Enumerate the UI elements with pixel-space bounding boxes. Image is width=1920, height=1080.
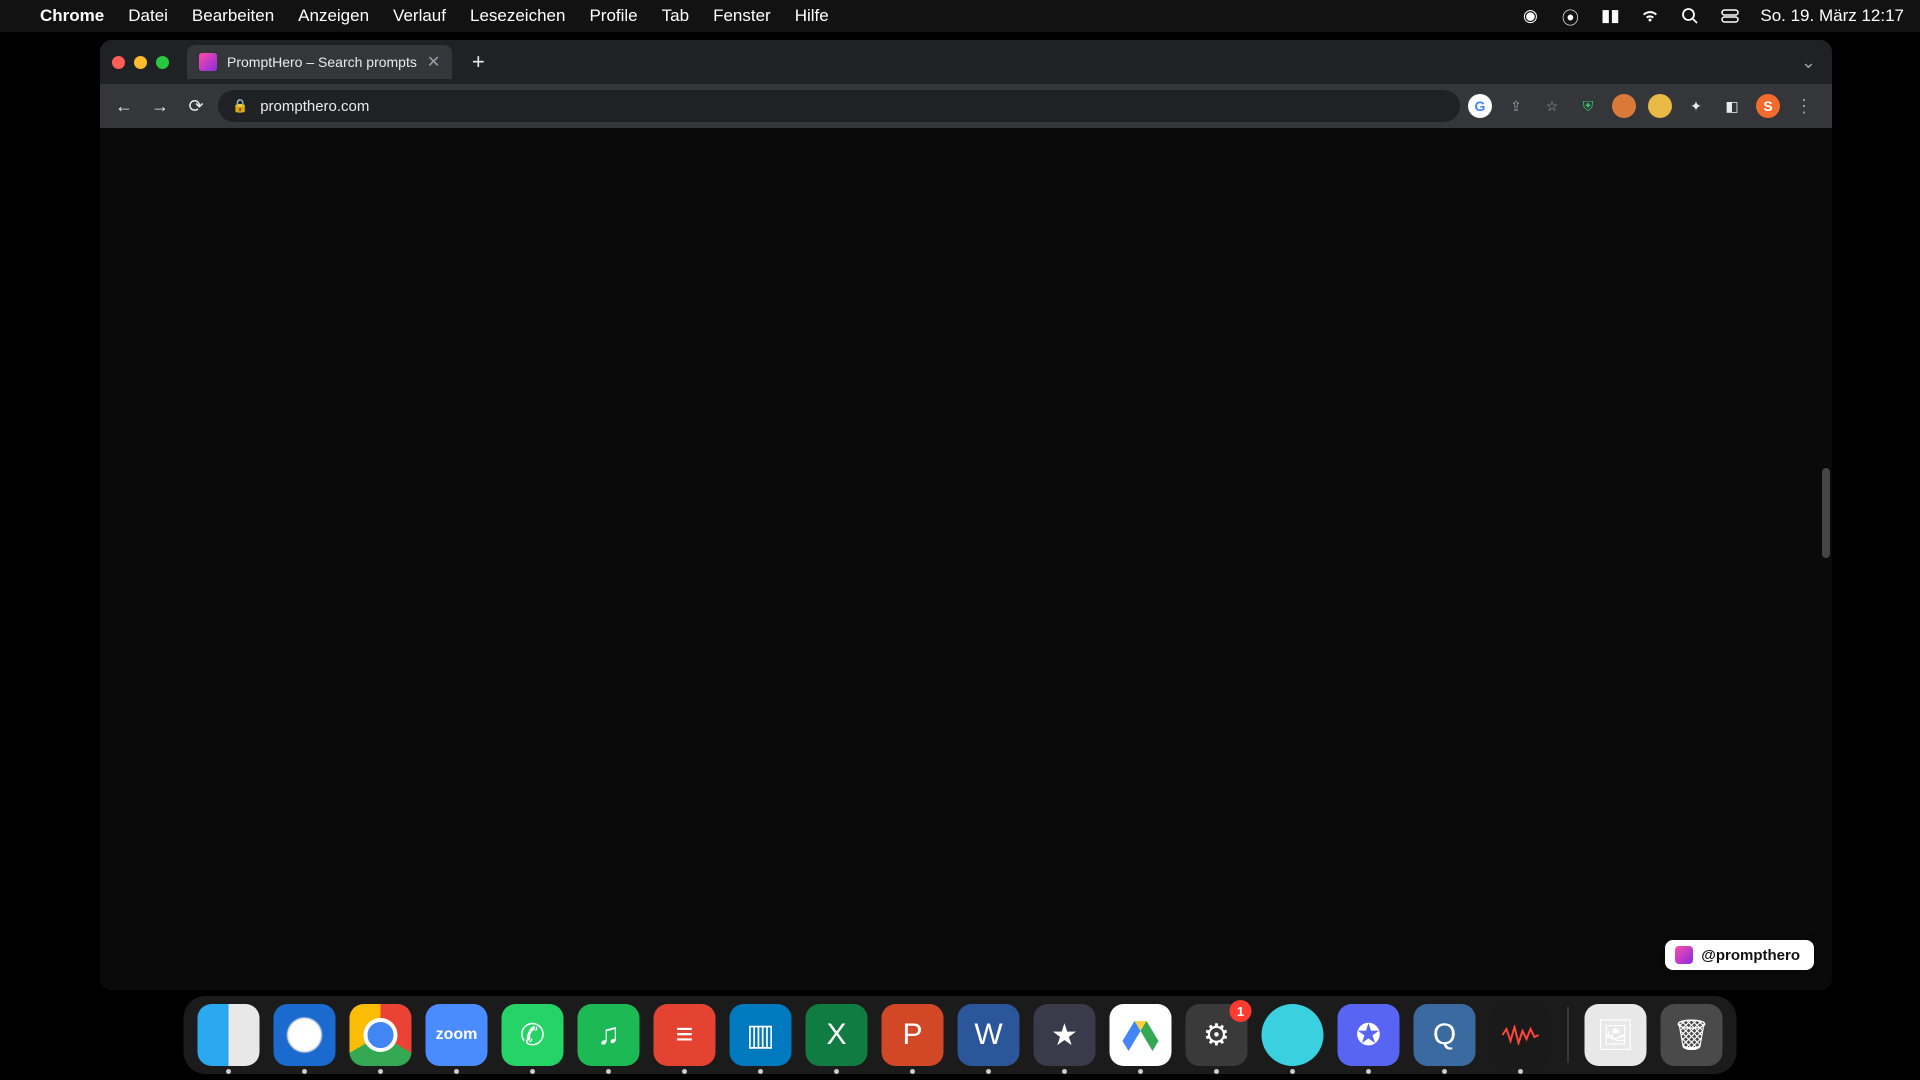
dock-excel[interactable]: X — [806, 1004, 868, 1066]
extension-yellow-icon[interactable] — [1648, 94, 1672, 118]
menu-hilfe[interactable]: Hilfe — [795, 6, 829, 26]
window-minimize-button[interactable] — [134, 56, 147, 69]
prompthero-logo-icon — [1675, 946, 1693, 964]
dock-spotify[interactable]: ♫ — [578, 1004, 640, 1066]
back-button[interactable]: ← — [110, 92, 138, 120]
search-icon[interactable] — [1680, 6, 1700, 26]
chrome-window: PromptHero – Search prompts ✕ + ⌄ ← → ⟳ … — [100, 40, 1832, 990]
reload-button[interactable]: ⟳ — [182, 92, 210, 120]
dock-finder[interactable] — [198, 1004, 260, 1066]
image-grid: armor of GOD, GOOD AND EVIL, GOLD, BLACK… — [100, 128, 1832, 134]
prompthero-handle: @prompthero — [1701, 947, 1800, 964]
settings-badge: 1 — [1230, 1000, 1252, 1022]
menu-bearbeiten[interactable]: Bearbeiten — [192, 6, 274, 26]
shield-icon[interactable]: ⛨ — [1576, 94, 1600, 118]
profile-avatar[interactable]: S — [1756, 94, 1780, 118]
lock-icon: 🔒 — [232, 98, 248, 114]
menu-lesezeichen[interactable]: Lesezeichen — [470, 6, 565, 26]
menu-tab[interactable]: Tab — [662, 6, 689, 26]
tab-close-button[interactable]: ✕ — [427, 52, 440, 72]
tab-title: PromptHero – Search prompts — [227, 54, 417, 70]
menu-anzeigen[interactable]: Anzeigen — [298, 6, 369, 26]
tab-favicon-icon — [199, 53, 217, 71]
dock-voicememos[interactable] — [1490, 1004, 1552, 1066]
prompthero-badge[interactable]: @prompthero — [1665, 940, 1814, 970]
side-panel-icon[interactable]: ◧ — [1720, 94, 1744, 118]
menu-datei[interactable]: Datei — [128, 6, 168, 26]
dock-imovie[interactable]: ★ — [1034, 1004, 1096, 1066]
menu-profile[interactable]: Profile — [589, 6, 637, 26]
dock-quicktime[interactable]: Q — [1414, 1004, 1476, 1066]
browser-toolbar: ← → ⟳ 🔒 prompthero.com G ⇪ ☆ ⛨ ✦ ◧ S ⋮ — [100, 84, 1832, 128]
dock-trash[interactable]: 🗑 — [1661, 1004, 1723, 1066]
dock-trello[interactable]: ▥ — [730, 1004, 792, 1066]
menu-fenster[interactable]: Fenster — [713, 6, 771, 26]
window-close-button[interactable] — [112, 56, 125, 69]
bookmark-star-icon[interactable]: ☆ — [1540, 94, 1564, 118]
dock-safari[interactable] — [274, 1004, 336, 1066]
page-viewport: armor of GOD, GOOD AND EVIL, GOLD, BLACK… — [100, 128, 1832, 990]
address-bar[interactable]: 🔒 prompthero.com — [218, 90, 1460, 122]
battery-icon[interactable]: ▮▮ — [1600, 6, 1620, 26]
menubar-app-name[interactable]: Chrome — [40, 6, 104, 26]
control-center-icon[interactable] — [1720, 6, 1740, 26]
dock-separator — [1568, 1007, 1569, 1063]
menu-verlauf[interactable]: Verlauf — [393, 6, 446, 26]
chrome-menu-icon[interactable]: ⋮ — [1792, 94, 1816, 118]
tab-strip: PromptHero – Search prompts ✕ + ⌄ — [100, 40, 1832, 84]
record-icon[interactable]: ◉ — [1520, 6, 1540, 26]
dock-chrome[interactable] — [350, 1004, 412, 1066]
tabs-dropdown-icon[interactable]: ⌄ — [1801, 52, 1816, 73]
extensions-icon[interactable]: ✦ — [1684, 94, 1708, 118]
window-controls — [112, 56, 169, 69]
scrollbar-thumb[interactable] — [1822, 468, 1830, 558]
screenrecord-icon[interactable]: ⦿ — [1560, 6, 1580, 26]
dock-discord[interactable]: ✪ — [1338, 1004, 1400, 1066]
google-translate-icon[interactable]: G — [1468, 94, 1492, 118]
dock-powerpoint[interactable]: P — [882, 1004, 944, 1066]
dock-preview[interactable]: 🖼 — [1585, 1004, 1647, 1066]
extension-orange-icon[interactable] — [1612, 94, 1636, 118]
dock-word[interactable]: W — [958, 1004, 1020, 1066]
browser-tab[interactable]: PromptHero – Search prompts ✕ — [187, 45, 452, 79]
dock-zoom[interactable]: zoom — [426, 1004, 488, 1066]
menubar-datetime[interactable]: So. 19. März 12:17 — [1760, 6, 1904, 26]
dock-app-cyan[interactable] — [1262, 1004, 1324, 1066]
url-text: prompthero.com — [260, 98, 369, 115]
macos-menubar: Chrome Datei Bearbeiten Anzeigen Verlauf… — [0, 0, 1920, 32]
forward-button[interactable]: → — [146, 92, 174, 120]
new-tab-button[interactable]: + — [464, 48, 492, 76]
window-maximize-button[interactable] — [156, 56, 169, 69]
dock-whatsapp[interactable]: ✆ — [502, 1004, 564, 1066]
wifi-icon[interactable] — [1640, 6, 1660, 26]
macos-dock: zoom ✆ ♫ ≡ ▥ X P W ★ ⚙1 ✪ Q 🖼 🗑 — [184, 996, 1737, 1074]
dock-settings[interactable]: ⚙1 — [1186, 1004, 1248, 1066]
share-icon[interactable]: ⇪ — [1504, 94, 1528, 118]
dock-googledrive[interactable] — [1110, 1004, 1172, 1066]
dock-todoist[interactable]: ≡ — [654, 1004, 716, 1066]
